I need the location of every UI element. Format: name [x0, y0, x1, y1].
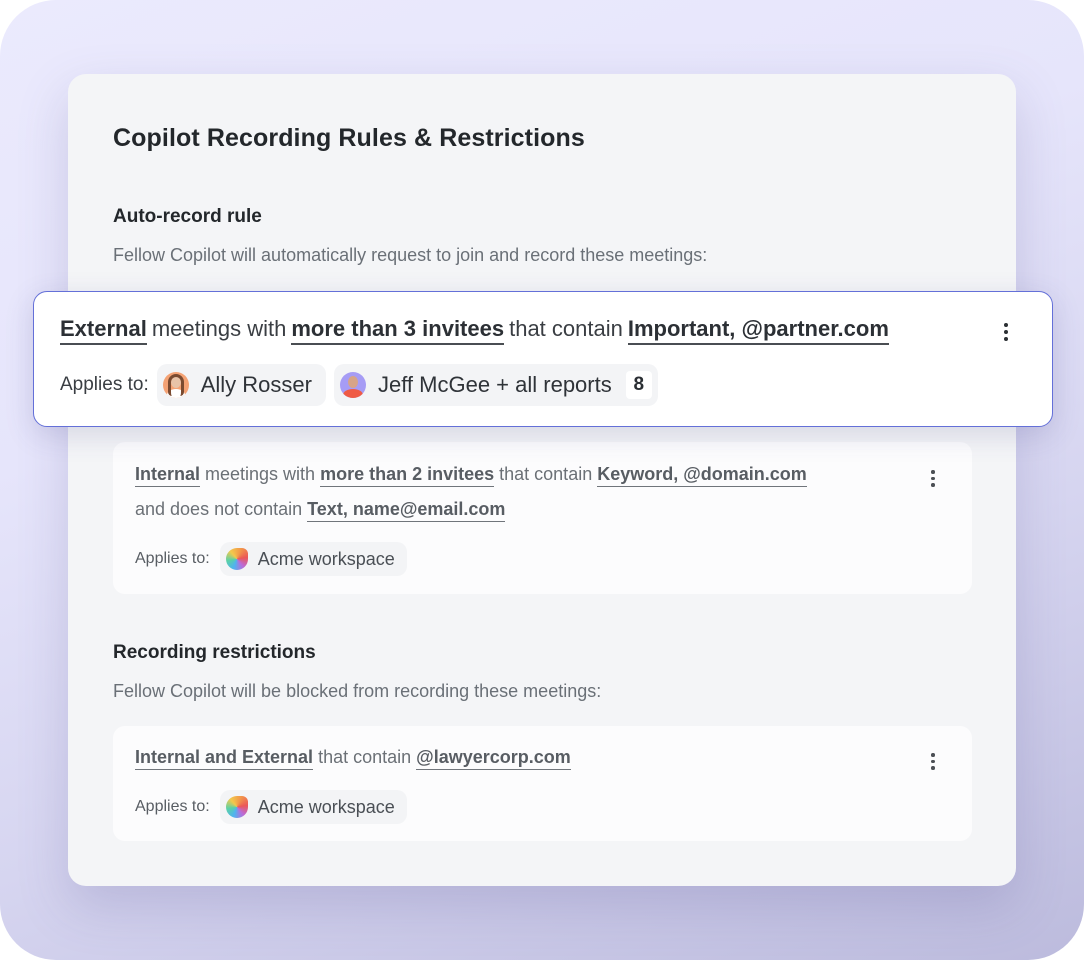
workspace-name: Acme workspace — [257, 548, 395, 569]
rule-text: that contain — [509, 316, 623, 341]
rule-keyword-contains[interactable]: Important, @partner.com — [627, 316, 889, 345]
restriction-conditions: Internal and External that contain @lawyer… — [135, 747, 571, 770]
rule-keyword-invitees[interactable]: more than 2 invitees — [320, 464, 495, 487]
rule-keyword-contains[interactable]: Keyword, @domain.com — [597, 464, 807, 487]
rule-text: that contain — [499, 464, 593, 484]
rule-card-external[interactable]: External meetings with more than 3 invitee… — [33, 291, 1053, 427]
auto-record-description: Fellow Copilot will automatically reques… — [113, 245, 708, 265]
auto-record-heading: Auto-record rule — [113, 206, 262, 227]
rule-keyword-invitees[interactable]: more than 3 invitees — [291, 316, 505, 345]
rule-text: and does not contain — [135, 499, 303, 519]
rule-keyword-meeting-type[interactable]: Internal and External — [135, 747, 314, 770]
background-frame: Copilot Recording Rules & Restrictions A… — [0, 0, 1084, 960]
workspace-logo-icon — [225, 796, 248, 818]
restrictions-description: Fellow Copilot will be blocked from reco… — [113, 681, 602, 701]
rule-text: meetings with — [151, 316, 287, 341]
applies-to-row: Applies to: Ally Rosser Jeff McGee + all… — [60, 364, 666, 406]
rule-text: meetings with — [205, 464, 316, 484]
rule-keyword-meeting-type[interactable]: External — [60, 316, 147, 345]
more-vertical-icon[interactable] — [931, 753, 935, 770]
applies-to-label: Applies to: — [60, 374, 149, 395]
workspace-name: Acme workspace — [257, 796, 395, 817]
rule-conditions: External meetings with more than 3 invitee… — [60, 316, 889, 345]
user-name: Jeff McGee + all reports — [377, 372, 612, 397]
rule-conditions-line1: Internal meetings with more than 2 invitee… — [135, 464, 807, 487]
restriction-card[interactable]: Internal and External that contain @lawyer… — [113, 726, 972, 841]
workspace-logo-icon — [225, 548, 248, 570]
applies-to-row: Applies to: Acme workspace — [135, 542, 415, 576]
user-name: Ally Rosser — [200, 372, 312, 397]
workspace-chip[interactable]: Acme workspace — [219, 790, 407, 824]
restrictions-heading: Recording restrictions — [113, 642, 316, 663]
rule-conditions-line2: and does not contain Text, name@email.com — [135, 499, 506, 522]
user-chip-jeff-mcgee[interactable]: Jeff McGee + all reports 8 — [333, 364, 658, 406]
applies-to-label: Applies to: — [135, 550, 210, 567]
user-chip-ally-rosser[interactable]: Ally Rosser — [156, 364, 326, 406]
applies-to-row: Applies to: Acme workspace — [135, 790, 415, 824]
rule-keyword-meeting-type[interactable]: Internal — [135, 464, 201, 487]
rule-keyword-contains[interactable]: @lawyercorp.com — [416, 747, 571, 770]
rule-card-internal[interactable]: Internal meetings with more than 2 invitee… — [113, 442, 972, 594]
rule-keyword-excludes[interactable]: Text, name@email.com — [307, 499, 506, 522]
more-vertical-icon[interactable] — [1004, 323, 1008, 341]
rule-text: that contain — [318, 747, 412, 767]
reports-count-badge: 8 — [625, 371, 652, 399]
applies-to-label: Applies to: — [135, 798, 210, 815]
workspace-chip[interactable]: Acme workspace — [219, 542, 407, 576]
avatar — [162, 372, 189, 398]
more-vertical-icon[interactable] — [931, 470, 935, 487]
avatar — [339, 372, 366, 398]
page-title: Copilot Recording Rules & Restrictions — [113, 124, 585, 152]
